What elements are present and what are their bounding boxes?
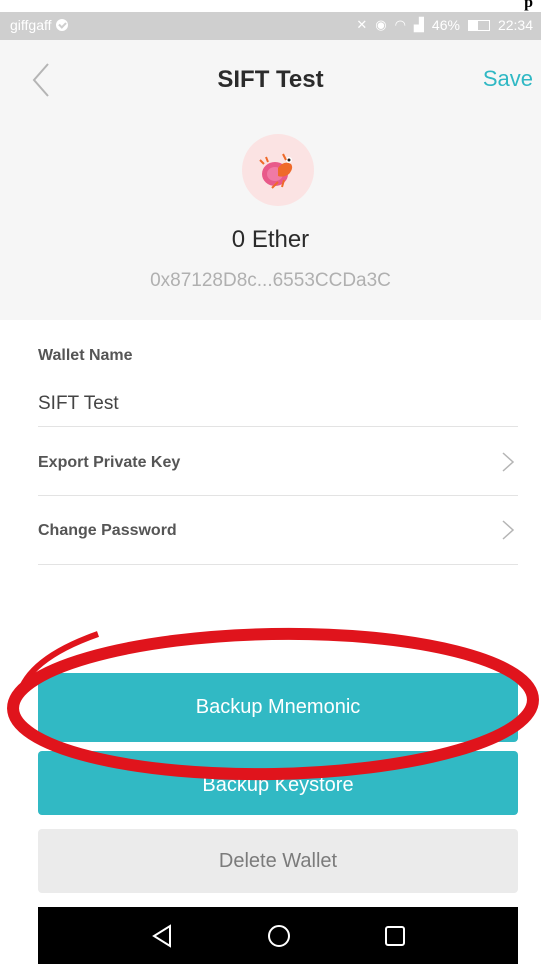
chevron-right-icon — [502, 520, 515, 540]
android-nav-bar — [38, 907, 518, 964]
eye-icon: ◉ — [375, 17, 387, 32]
change-password-row[interactable]: Change Password — [38, 504, 518, 560]
signal-icon: ▟ — [413, 17, 424, 32]
battery-percent: 46% — [431, 17, 460, 33]
delete-wallet-button[interactable]: Delete Wallet — [38, 829, 518, 893]
divider — [38, 495, 518, 496]
stray-mark: p — [524, 0, 533, 11]
status-icons: ✕ ◉ ◠ ▟ 46% 22:34 — [356, 17, 533, 33]
wallet-address: 0x87128D8c...6553CCDa3C — [150, 270, 391, 291]
backup-mnemonic-button[interactable]: Backup Mnemonic — [38, 673, 518, 742]
chevron-right-icon — [502, 452, 515, 472]
export-private-key-label: Export Private Key — [38, 454, 181, 471]
app-header: SIFT Test Save — [0, 40, 541, 120]
divider — [38, 426, 518, 427]
wallet-name-label: Wallet Name — [38, 347, 133, 364]
top-strip: p — [0, 0, 541, 12]
triangle-back-icon[interactable] — [148, 921, 178, 951]
wallet-balance: 0 Ether — [231, 226, 310, 253]
change-password-label: Change Password — [38, 522, 177, 539]
circle-home-icon[interactable] — [264, 921, 294, 951]
wallet-name-field[interactable]: SIFT Test — [38, 393, 119, 415]
mute-icon: ✕ — [356, 17, 368, 32]
page-title: SIFT Test — [217, 66, 324, 93]
save-button[interactable]: Save — [483, 66, 533, 92]
hermit-crab-avatar — [242, 134, 314, 206]
check-icon — [55, 19, 68, 31]
divider — [38, 564, 518, 565]
export-private-key-row[interactable]: Export Private Key — [38, 436, 518, 492]
backup-keystore-button[interactable]: Backup Keystore — [38, 751, 518, 815]
clock: 22:34 — [497, 17, 533, 33]
carrier-name: giffgaff — [10, 17, 52, 33]
battery-icon — [467, 19, 490, 31]
status-bar: giffgaff ✕ ◉ ◠ ▟ 46% 22:34 — [0, 12, 541, 40]
wifi-icon: ◠ — [394, 17, 406, 32]
wallet-summary: 0 Ether 0x87128D8c...6553CCDa3C — [0, 120, 541, 320]
hermit-crab-icon — [259, 153, 293, 189]
carrier-indicator: giffgaff — [10, 17, 68, 33]
square-recents-icon[interactable] — [380, 921, 410, 951]
